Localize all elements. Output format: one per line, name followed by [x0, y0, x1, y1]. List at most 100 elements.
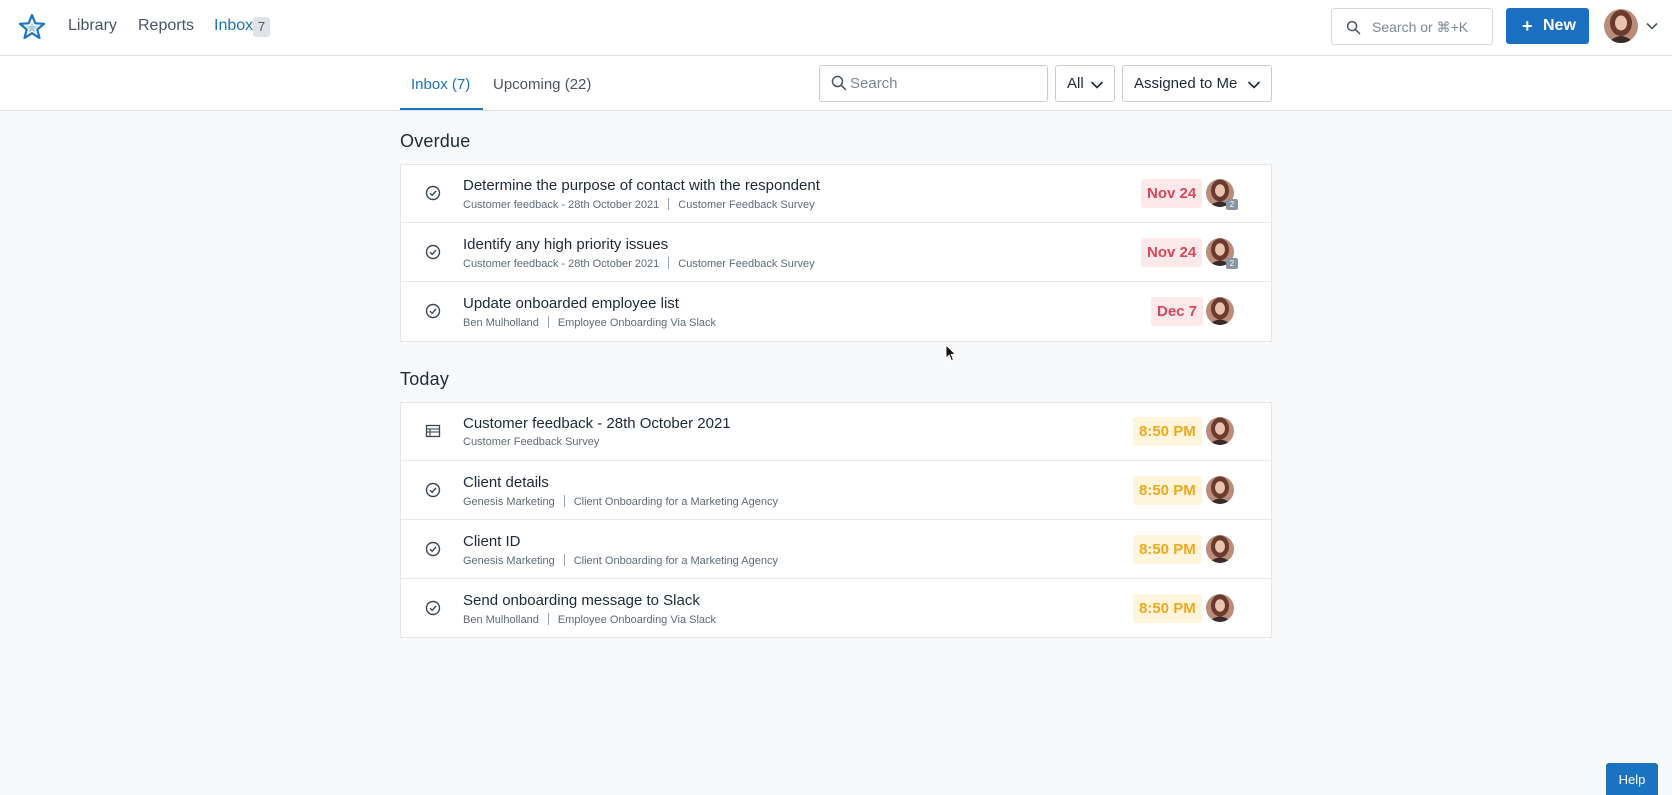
task-title: Customer feedback - 28th October 2021	[463, 415, 731, 432]
task-parent[interactable]: Ben Mulholland	[463, 614, 539, 626]
task-workflow[interactable]: Customer Feedback Survey	[678, 258, 814, 270]
overdue-task-list: Determine the purpose of contact with th…	[400, 164, 1272, 342]
task-parent[interactable]: Genesis Marketing	[463, 555, 555, 567]
task-row[interactable]: Send onboarding message to Slack Ben Mul…	[401, 580, 1271, 638]
type-filter-dropdown[interactable]: All	[1055, 65, 1115, 102]
task-row[interactable]: Update onboarded employee list Ben Mulho…	[401, 283, 1271, 341]
task-row[interactable]: Client ID Genesis Marketing Client Onboar…	[401, 521, 1271, 579]
table-icon	[425, 424, 441, 438]
assignee-avatar[interactable]	[1206, 297, 1234, 325]
overdue-section-title: Overdue	[400, 131, 471, 151]
active-tab-indicator	[400, 108, 483, 110]
task-meta: Customer Feedback Survey	[463, 436, 599, 448]
task-title: Determine the purpose of contact with th…	[463, 177, 820, 194]
today-task-list: Customer feedback - 28th October 2021 Cu…	[400, 402, 1272, 638]
task-row[interactable]: Determine the purpose of contact with th…	[401, 165, 1271, 223]
inbox-count-badge: 7	[253, 17, 270, 37]
search-icon	[1346, 20, 1361, 35]
inbox-toolbar: Inbox (7) Upcoming (22) Search All Assig…	[0, 56, 1672, 111]
new-button[interactable]: + New	[1506, 8, 1589, 44]
check-circle-icon	[425, 303, 441, 319]
due-time-badge: 8:50 PM	[1133, 417, 1202, 446]
help-button[interactable]: Help	[1606, 763, 1658, 795]
chevron-down-icon	[1090, 81, 1104, 89]
task-meta: Customer feedback - 28th October 2021 Cus…	[463, 257, 815, 270]
today-section-title: Today	[400, 369, 450, 389]
star-logo-icon[interactable]	[18, 13, 46, 41]
assignee-avatar-image	[1206, 297, 1234, 325]
task-meta: Ben Mulholland Employee Onboarding Via Sl…	[463, 613, 716, 626]
task-meta: Customer feedback - 28th October 2021 Cus…	[463, 198, 815, 211]
meta-divider	[668, 198, 670, 210]
top-navbar: Library Reports Inbox 7 Search or ⌘+K + …	[0, 0, 1672, 56]
chevron-down-icon[interactable]	[1645, 19, 1659, 33]
task-title: Client details	[463, 474, 549, 491]
task-row[interactable]: Client details Genesis Marketing Client O…	[401, 462, 1271, 520]
assignee-avatar-image	[1206, 476, 1234, 504]
task-parent[interactable]: Customer Feedback Survey	[463, 436, 599, 448]
check-circle-icon	[425, 600, 441, 616]
assignee-avatar-image	[1206, 594, 1234, 622]
task-parent[interactable]: Genesis Marketing	[463, 496, 555, 508]
user-avatar-image	[1604, 9, 1638, 43]
task-parent[interactable]: Customer feedback - 28th October 2021	[463, 258, 659, 270]
global-search-input[interactable]: Search or ⌘+K	[1331, 8, 1493, 45]
chevron-down-icon	[1247, 81, 1261, 89]
task-workflow[interactable]: Employee Onboarding Via Slack	[558, 317, 716, 329]
assignee-filter-dropdown[interactable]: Assigned to Me	[1122, 65, 1272, 102]
task-workflow[interactable]: Customer Feedback Survey	[678, 199, 814, 211]
user-avatar[interactable]	[1604, 9, 1638, 43]
new-button-label: New	[1543, 17, 1576, 34]
task-workflow[interactable]: Employee Onboarding Via Slack	[558, 614, 716, 626]
task-workflow[interactable]: Client Onboarding for a Marketing Agency	[574, 555, 778, 567]
meta-divider	[547, 613, 549, 625]
search-icon	[831, 75, 847, 91]
task-workflow[interactable]: Client Onboarding for a Marketing Agency	[574, 496, 778, 508]
task-row[interactable]: Customer feedback - 28th October 2021 Cu…	[401, 403, 1271, 461]
task-meta: Genesis Marketing Client Onboarding for a…	[463, 495, 778, 508]
due-time-badge: 8:50 PM	[1133, 594, 1202, 623]
assignee-count-badge: 2	[1226, 258, 1238, 269]
meta-divider	[547, 316, 549, 328]
global-search-placeholder: Search or ⌘+K	[1372, 19, 1469, 35]
task-title: Send onboarding message to Slack	[463, 592, 700, 609]
tab-upcoming[interactable]: Upcoming (22)	[493, 76, 591, 93]
nav-reports-link[interactable]: Reports	[138, 17, 194, 35]
type-filter-value: All	[1067, 75, 1084, 92]
meta-divider	[668, 257, 670, 269]
task-parent[interactable]: Customer feedback - 28th October 2021	[463, 199, 659, 211]
meta-divider	[563, 495, 565, 507]
task-title: Identify any high priority issues	[463, 236, 669, 253]
meta-divider	[563, 554, 565, 566]
assignee-filter-value: Assigned to Me	[1134, 75, 1238, 92]
check-circle-icon	[425, 244, 441, 260]
check-circle-icon	[425, 541, 441, 557]
tab-inbox[interactable]: Inbox (7)	[411, 76, 470, 93]
task-search-input[interactable]: Search	[819, 65, 1048, 102]
nav-library-link[interactable]: Library	[68, 17, 117, 35]
assignee-avatar[interactable]	[1206, 594, 1234, 622]
task-title: Update onboarded employee list	[463, 295, 679, 312]
task-row[interactable]: Identify any high priority issues Custom…	[401, 224, 1271, 282]
check-circle-icon	[425, 185, 441, 201]
task-parent[interactable]: Ben Mulholland	[463, 317, 539, 329]
due-date-badge: Nov 24	[1141, 179, 1203, 208]
mouse-cursor-icon	[945, 344, 957, 362]
assignee-avatar[interactable]	[1206, 476, 1234, 504]
task-meta: Genesis Marketing Client Onboarding for a…	[463, 554, 778, 567]
check-circle-icon	[425, 482, 441, 498]
due-date-badge: Nov 24	[1141, 238, 1203, 267]
due-date-badge: Dec 7	[1151, 297, 1204, 326]
task-title: Client ID	[463, 533, 521, 550]
nav-inbox-link[interactable]: Inbox	[214, 17, 253, 35]
assignee-avatar-image	[1206, 535, 1234, 563]
task-search-placeholder: Search	[850, 75, 898, 92]
assignee-avatar[interactable]	[1206, 535, 1234, 563]
assignee-avatar-image	[1206, 417, 1234, 445]
assignee-count-badge: 2	[1226, 199, 1238, 210]
task-meta: Ben Mulholland Employee Onboarding Via Sl…	[463, 316, 716, 329]
due-time-badge: 8:50 PM	[1133, 535, 1202, 564]
due-time-badge: 8:50 PM	[1133, 476, 1202, 505]
assignee-avatar[interactable]	[1206, 417, 1234, 445]
plus-icon: +	[1522, 16, 1533, 36]
